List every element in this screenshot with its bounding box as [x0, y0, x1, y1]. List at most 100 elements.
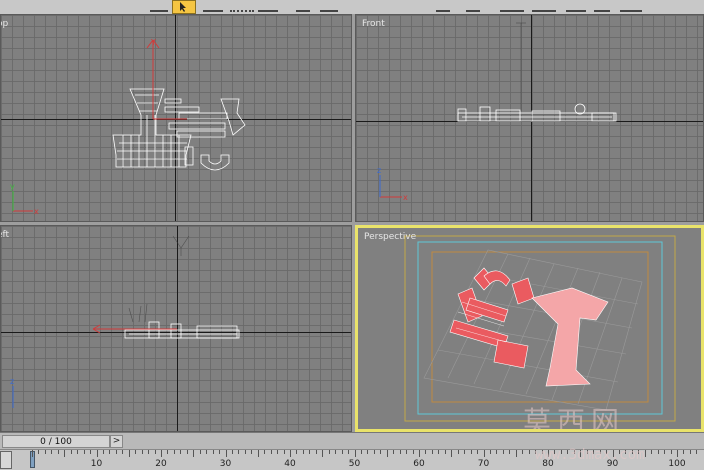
- ruler-tick: [670, 450, 672, 454]
- axis-gizmo-icon: x y: [10, 182, 39, 216]
- ruler-tick: [102, 450, 104, 454]
- trackbar-toggle-icon[interactable]: [0, 451, 12, 469]
- ruler-tick: [283, 450, 285, 454]
- ruler-tick: [219, 450, 221, 454]
- ruler-tick: [193, 450, 195, 457]
- svg-text:y: y: [10, 182, 15, 191]
- mirror-icon[interactable]: [466, 0, 480, 12]
- render-setup-icon[interactable]: [566, 0, 586, 12]
- ruler-tick: [444, 450, 446, 454]
- ruler-tick: [451, 450, 453, 457]
- ruler-tick: [412, 450, 414, 454]
- quick-render-icon[interactable]: [620, 0, 642, 12]
- ruler-tick: [244, 450, 246, 454]
- ruler-tick: [683, 450, 685, 454]
- ruler-label: 20: [155, 459, 167, 469]
- ruler-tick: [57, 450, 59, 454]
- ruler-tick: [70, 450, 72, 454]
- viewport-label[interactable]: Perspective: [364, 232, 416, 242]
- viewport-label[interactable]: Front: [362, 19, 385, 29]
- ruler-tick: [212, 450, 214, 454]
- ruler-tick: [199, 450, 201, 454]
- svg-text:x: x: [34, 207, 39, 216]
- ruler-tick: [148, 450, 150, 454]
- ruler-tick: [141, 450, 143, 454]
- ruler-tick: [399, 450, 401, 454]
- ruler-tick: [509, 450, 511, 454]
- svg-text:z: z: [10, 377, 14, 386]
- next-frame-button[interactable]: >: [110, 435, 123, 448]
- region-select-icon[interactable]: [230, 0, 254, 12]
- select-by-name-icon[interactable]: [203, 0, 223, 12]
- main-toolbar: [0, 0, 704, 14]
- watermark-url: www.3dmax.com: [535, 447, 645, 463]
- ruler-tick: [206, 450, 208, 454]
- ruler-label: 70: [477, 459, 490, 469]
- ruler-tick: [32, 450, 33, 457]
- perspective-view-geometry: [404, 235, 676, 422]
- top-view-geometry: Y x y: [10, 38, 246, 216]
- ruler-tick: [296, 450, 298, 454]
- ruler-tick: [309, 450, 311, 454]
- left-view-geometry: z: [10, 235, 240, 408]
- material-editor-icon[interactable]: [532, 0, 556, 12]
- ruler-tick: [277, 450, 279, 454]
- viewport-label[interactable]: op: [1, 19, 8, 29]
- ruler-tick: [502, 450, 504, 454]
- ruler-tick: [38, 450, 40, 454]
- viewport-label[interactable]: eft: [1, 230, 9, 240]
- ruler-tick: [354, 450, 356, 457]
- align-icon[interactable]: [500, 0, 524, 12]
- ruler-tick: [657, 450, 659, 454]
- safe-frame-outer: [404, 235, 676, 422]
- ruler-tick: [90, 450, 92, 454]
- ruler-tick: [438, 450, 440, 454]
- select-object-button[interactable]: [172, 0, 196, 14]
- ruler-tick: [425, 450, 427, 454]
- ruler-label: 100: [668, 459, 686, 469]
- ruler-tick: [251, 450, 253, 454]
- snap-icon[interactable]: [436, 0, 450, 12]
- viewport-front[interactable]: Front x z: [355, 14, 704, 222]
- ruler-tick: [167, 450, 169, 454]
- ruler-tick: [238, 450, 240, 454]
- render-icon[interactable]: [594, 0, 610, 12]
- ruler-tick: [109, 450, 111, 454]
- ruler-tick: [44, 450, 46, 454]
- ruler-tick: [322, 450, 324, 457]
- ruler-tick: [302, 450, 304, 454]
- ruler-label: 50: [348, 459, 361, 469]
- ruler-tick: [51, 450, 53, 454]
- move-icon[interactable]: [296, 0, 310, 12]
- ruler-tick: [367, 450, 369, 454]
- ruler-tick: [64, 450, 66, 457]
- ruler-tick: [180, 450, 182, 454]
- time-slider[interactable]: 0 / 100: [2, 435, 110, 448]
- ruler-tick: [406, 450, 408, 454]
- window-crossing-icon[interactable]: [258, 0, 278, 12]
- svg-text:x: x: [403, 193, 408, 202]
- ruler-tick: [380, 450, 382, 454]
- ruler-tick: [341, 450, 343, 454]
- toolbar-partial-icon[interactable]: [150, 0, 168, 12]
- ruler-tick: [128, 450, 130, 457]
- ruler-tick: [264, 450, 266, 454]
- ruler-tick: [173, 450, 175, 454]
- ruler-tick: [496, 450, 498, 454]
- ruler-tick: [225, 450, 227, 457]
- ruler-tick: [186, 450, 188, 454]
- ruler-tick: [457, 450, 459, 454]
- ruler-tick: [373, 450, 375, 454]
- ruler-tick: [522, 450, 524, 454]
- rotate-icon[interactable]: [320, 0, 338, 12]
- ruler-tick: [348, 450, 350, 454]
- viewport-left[interactable]: eft z: [0, 225, 352, 432]
- watermark: 莫西网: [523, 405, 626, 432]
- ruler-tick: [464, 450, 466, 454]
- viewport-top[interactable]: op Y x y: [0, 14, 352, 222]
- ruler-tick: [477, 450, 479, 454]
- ruler-tick: [96, 450, 98, 457]
- ruler-tick: [644, 450, 646, 457]
- viewport-perspective[interactable]: Perspective 莫西网: [355, 225, 704, 432]
- select-icon: [180, 2, 186, 12]
